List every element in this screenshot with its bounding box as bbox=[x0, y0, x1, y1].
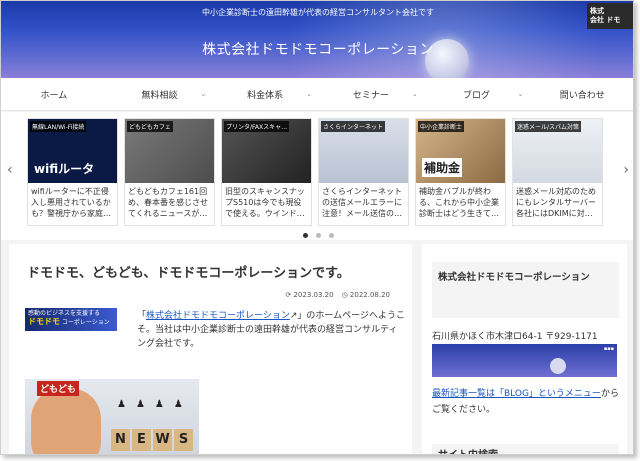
wifi-thumb-text: wifiルータ bbox=[34, 162, 95, 176]
banner-line-2: ドモドモ bbox=[28, 317, 60, 326]
site-header: 中小企業診断士の遠田幹雄が代表の経営コンサルタント会社です 株式会社ドモドモコー… bbox=[1, 1, 633, 78]
company-link[interactable]: 株式会社ドモドモコーポレーション bbox=[146, 311, 290, 321]
company-banner-image[interactable]: 感動のビジネスを支援する ドモドモ コーポレーション bbox=[25, 308, 117, 331]
sidebar-banner-logo: ▪▪▪ bbox=[603, 346, 614, 352]
chevron-down-icon: ⌄ bbox=[200, 90, 207, 98]
card-title: wifiルーターに不正侵入し悪用されているかも？警視庁から家庭… bbox=[31, 187, 111, 218]
carousel-card[interactable]: 中小企業診断士 補助金 補助金バブルが終わる、これから中小企業診断士はどう生きて… bbox=[415, 118, 506, 226]
card-thumbnail: プリンタ/FAXスキャ… bbox=[222, 119, 311, 183]
card-title: 旧型のスキャンスナップS510は今でも現役で使える。ウインド… bbox=[225, 187, 305, 218]
person-illustration bbox=[31, 389, 101, 454]
news-letter: N bbox=[111, 429, 130, 451]
card-thumbnail: 無線LAN/Wi-Fi接続 wifiルータ bbox=[28, 119, 117, 183]
carousel-dot[interactable] bbox=[315, 233, 321, 238]
carousel-dot[interactable] bbox=[328, 233, 334, 238]
card-title: さくらインターネットの送信メールエラーに注意！メール送信の… bbox=[322, 187, 402, 218]
updated-date: ⟳ 2023.03.20 bbox=[285, 291, 334, 299]
chevron-down-icon: ⌄ bbox=[411, 90, 418, 98]
nav-home-label: ホーム bbox=[40, 90, 68, 101]
sidebar-banner[interactable]: ▪▪▪ bbox=[432, 344, 617, 377]
news-letter: S bbox=[174, 429, 193, 451]
photo-caption: どもども bbox=[37, 381, 79, 396]
carousel-pagination bbox=[1, 233, 633, 238]
card-thumbnail: 中小企業診断士 補助金 bbox=[416, 119, 505, 183]
updated-date-value: 2023.03.20 bbox=[293, 291, 334, 299]
site-title[interactable]: 株式会社ドモドモコーポレーション bbox=[1, 39, 633, 59]
card-thumbnail: さくらインターネット bbox=[319, 119, 408, 183]
nav-blog-label: ブログ bbox=[463, 90, 491, 101]
chevron-down-icon: ⌄ bbox=[517, 90, 524, 98]
card-category-label: どもどもカフェ bbox=[127, 121, 173, 132]
sidebar-text: 最新記事一覧は「BLOG」というメニューからご覧ください。 bbox=[432, 386, 622, 418]
nav-free-consult-label: 無料相談 bbox=[141, 90, 178, 101]
nav-seminar[interactable]: セミナー ⌄ bbox=[318, 78, 424, 110]
nav-pricing[interactable]: 料金体系 ⌄ bbox=[212, 78, 318, 110]
banner-line-3: コーポレーション bbox=[61, 319, 110, 326]
card-category-label: 迷惑メール/スパム対策 bbox=[515, 121, 582, 132]
chevron-down-icon: ⌄ bbox=[306, 90, 313, 98]
carousel-card[interactable]: 迷惑メール/スパム対策 迷惑メール対応のためにもレンタルサーバー各社にはDKIM… bbox=[512, 118, 603, 226]
subsidy-thumb-text: 補助金 bbox=[422, 158, 463, 177]
news-photo: どもども ♟♟♟♟ N E W S bbox=[25, 379, 199, 454]
card-thumbnail: 迷惑メール/スパム対策 bbox=[513, 119, 602, 183]
logo-line-2: 会社 ドモ bbox=[590, 16, 621, 24]
nav-contact-label: 問い合わせ bbox=[559, 90, 605, 101]
featured-carousel: ‹ 無線LAN/Wi-Fi接続 wifiルータ wifiルーターに不正侵入し悪用… bbox=[1, 112, 633, 240]
nav-contact[interactable]: 問い合わせ bbox=[529, 78, 633, 110]
card-title: 迷惑メール対応のためにもレンタルサーバー各社にはDKIMに対… bbox=[516, 187, 596, 218]
company-address: 石川県かほく市木津ロ64-1 〒929-1171 bbox=[432, 332, 598, 342]
main-article: ドモドモ、どもども、ドモドモコーポレーションです。 ⟳ 2023.03.20 ◷… bbox=[9, 244, 412, 454]
site-tagline: 中小企業診断士の遠田幹雄が代表の経営コンサルタント会社です bbox=[202, 8, 434, 17]
nav-free-consult[interactable]: 無料相談 ⌄ bbox=[107, 78, 213, 110]
news-blocks: N E W S bbox=[111, 429, 193, 451]
carousel-card[interactable]: どもどもカフェ どもどもカフェ161回め、春本番を感じさせてくれるニュースが… bbox=[124, 118, 215, 226]
intro-paragraph: 「株式会社ドモドモコーポレーション↗」のホームページへようこそ。当社は中小企業診… bbox=[137, 309, 405, 351]
carousel-card[interactable]: さくらインターネット さくらインターネットの送信メールエラーに注意！メール送信の… bbox=[318, 118, 409, 226]
chevron-left-icon[interactable]: ‹ bbox=[7, 162, 13, 178]
figurines: ♟♟♟♟ bbox=[117, 399, 193, 410]
card-category-label: 中小企業診断士 bbox=[418, 121, 465, 132]
news-letter: E bbox=[132, 429, 151, 451]
carousel-card[interactable]: プリンタ/FAXスキャ… 旧型のスキャンスナップS510は今でも現役で使える。ウ… bbox=[221, 118, 312, 226]
global-nav: ホーム 無料相談 ⌄ 料金体系 ⌄ セミナー ⌄ ブログ ⌄ 問い合わせ bbox=[1, 78, 633, 111]
browser-viewport: 中小企業診断士の遠田幹雄が代表の経営コンサルタント会社です 株式会社ドモドモコー… bbox=[0, 0, 634, 455]
card-title: どもどもカフェ161回め、春本番を感じさせてくれるニュースが… bbox=[128, 187, 208, 218]
carousel-dot[interactable] bbox=[302, 233, 308, 238]
card-category-label: プリンタ/FAXスキャ… bbox=[224, 121, 290, 132]
site-search-heading: サイト内検索 bbox=[432, 444, 619, 454]
card-category-label: さくらインターネット bbox=[321, 121, 386, 132]
card-thumbnail: どもどもカフェ bbox=[125, 119, 214, 183]
moon-illustration bbox=[550, 358, 566, 374]
post-dates: ⟳ 2023.03.20 ◷ 2022.08.20 bbox=[285, 291, 390, 299]
card-title: 補助金バブルが終わる、これから中小企業診断士はどう生きて… bbox=[419, 187, 499, 218]
nav-seminar-label: セミナー bbox=[352, 90, 389, 101]
news-letter: W bbox=[153, 429, 172, 451]
published-date-value: 2022.08.20 bbox=[349, 291, 390, 299]
published-date: ◷ 2022.08.20 bbox=[341, 291, 390, 299]
intro-open-bracket: 「 bbox=[137, 311, 147, 321]
card-category-label: 無線LAN/Wi-Fi接続 bbox=[30, 121, 87, 132]
blog-menu-link[interactable]: 最新記事一覧は「BLOG」というメニュー bbox=[432, 389, 601, 399]
corner-logo[interactable]: 株式 会社 ドモ bbox=[587, 3, 633, 29]
logo-line-1: 株式 bbox=[590, 7, 604, 15]
carousel-card[interactable]: 無線LAN/Wi-Fi接続 wifiルータ wifiルーターに不正侵入し悪用され… bbox=[27, 118, 118, 226]
carousel-track: 無線LAN/Wi-Fi接続 wifiルータ wifiルーターに不正侵入し悪用され… bbox=[27, 118, 603, 226]
sidebar: 株式会社ドモドモコーポレーション 石川県かほく市木津ロ64-1 〒929-117… bbox=[422, 244, 627, 454]
nav-home[interactable]: ホーム bbox=[1, 78, 107, 110]
sidebar-heading: 株式会社ドモドモコーポレーション bbox=[432, 262, 619, 318]
nav-pricing-label: 料金体系 bbox=[247, 90, 284, 101]
nav-blog[interactable]: ブログ ⌄ bbox=[424, 78, 530, 110]
chevron-right-icon[interactable]: › bbox=[623, 162, 629, 178]
post-title: ドモドモ、どもども、ドモドモコーポレーションです。 bbox=[27, 266, 350, 281]
